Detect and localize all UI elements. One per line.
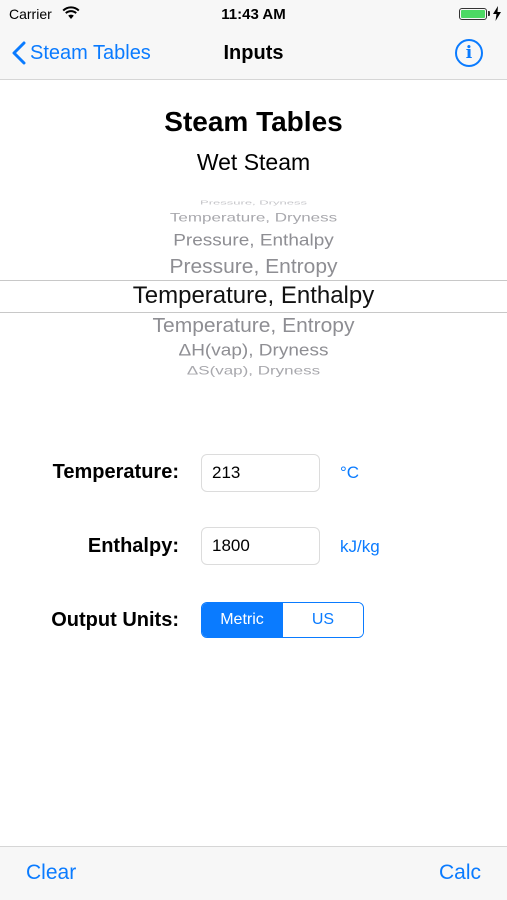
output-units-label: Output Units: — [51, 609, 179, 631]
picker-option[interactable]: Pressure, Enthalpy — [0, 231, 507, 250]
output-units-segmented-control[interactable]: Metric US — [201, 602, 364, 638]
picker-option[interactable]: ΔS(vap), Dryness — [0, 364, 507, 378]
picker-option[interactable]: Pressure, Dryness — [0, 199, 507, 206]
enthalpy-label: Enthalpy: — [87, 535, 179, 557]
bottom-toolbar: Clear Calc — [0, 846, 507, 900]
picker-option[interactable]: ΔH(vap), Dryness — [0, 341, 507, 360]
enthalpy-input[interactable] — [201, 527, 320, 565]
page-subtitle: Wet Steam — [196, 149, 311, 175]
charging-bolt-icon — [493, 6, 501, 21]
page-title: Steam Tables — [164, 106, 343, 137]
calculation-mode-picker[interactable]: Pressure, Dryness Temperature, Dryness P… — [0, 196, 507, 386]
battery-icon — [459, 8, 487, 20]
temperature-label: Temperature: — [52, 461, 179, 483]
picker-option[interactable]: Pressure, Entropy — [0, 255, 507, 278]
picker-option[interactable]: Temperature, Entropy — [0, 314, 507, 337]
nav-title: Inputs — [223, 42, 284, 64]
status-time: 11:43 AM — [221, 6, 286, 23]
info-button[interactable]: i — [455, 39, 483, 67]
calc-button[interactable]: Calc — [439, 861, 481, 885]
picker-selected-option[interactable]: Temperature, Enthalpy — [0, 282, 507, 310]
temperature-unit: °C — [340, 463, 360, 482]
enthalpy-unit: kJ/kg — [340, 537, 380, 556]
picker-option[interactable]: Temperature, Dryness — [0, 211, 507, 225]
clear-button[interactable]: Clear — [26, 861, 76, 885]
metric-segment[interactable]: Metric — [202, 603, 282, 637]
navigation-bar: Steam Tables Inputs i — [0, 28, 507, 80]
picker-selection-top-line — [0, 280, 507, 281]
status-bar: Carrier 11:43 AM — [0, 0, 507, 28]
picker-selection-bottom-line — [0, 312, 507, 313]
temperature-input[interactable] — [201, 454, 320, 492]
us-segment[interactable]: US — [282, 603, 363, 637]
